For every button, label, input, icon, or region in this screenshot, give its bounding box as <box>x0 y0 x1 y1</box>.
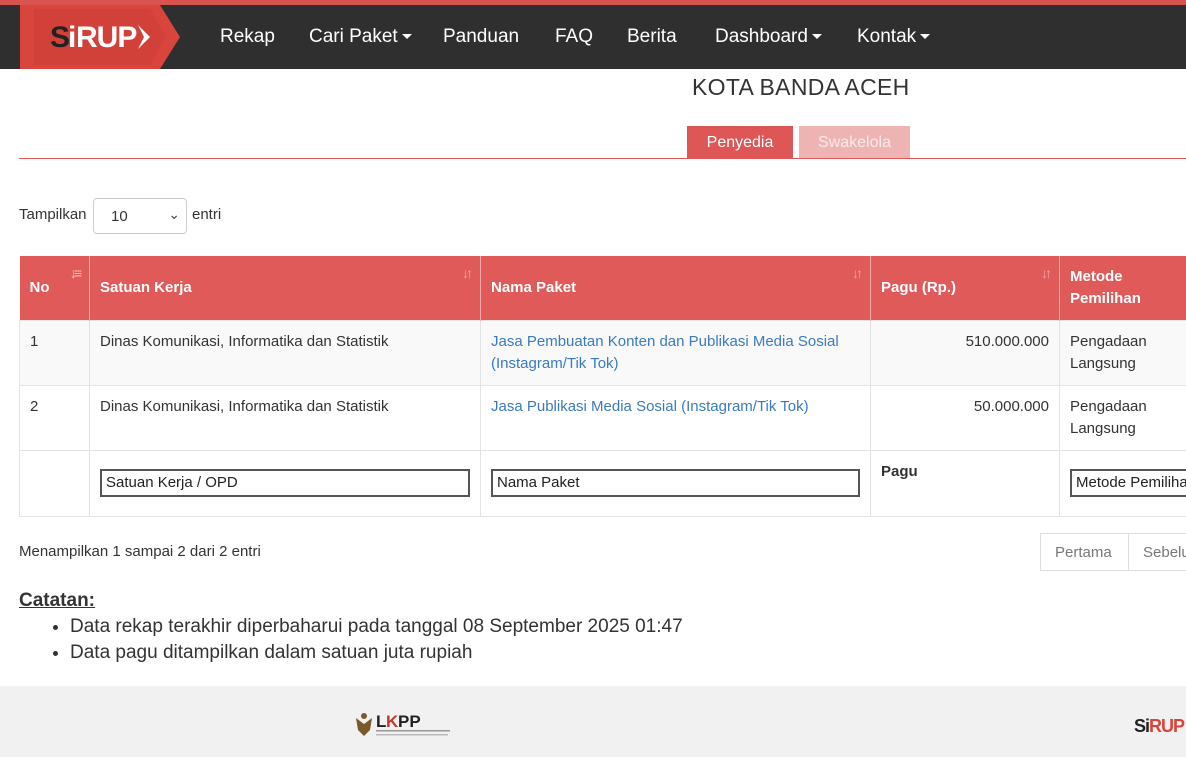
navbar: S i RUP Rekap Cari Paket Panduan FAQ Ber… <box>0 5 1186 69</box>
filter-satker-input[interactable] <box>100 468 470 497</box>
nav-panduan[interactable]: Panduan <box>443 25 519 49</box>
table-row: 1 Dinas Komunikasi, Informatika dan Stat… <box>19 319 1186 386</box>
header-metode[interactable]: Metode Pemilihan <box>1059 256 1186 320</box>
cell-no: 2 <box>19 384 90 451</box>
table-info: Menampilkan 1 sampai 2 dari 2 entri <box>19 543 261 560</box>
header-no-label: No <box>29 279 50 297</box>
pagination-prev-button[interactable]: Sebelumnya <box>1128 533 1186 571</box>
footer <box>0 686 1186 757</box>
paket-table: No ↓≡ Satuan Kerja ↓↑ Nama Paket ↓↑ Pagu (R… <box>19 256 1186 517</box>
filter-pagu-label: Pagu <box>870 449 1060 517</box>
tab-swakelola[interactable]: Swakelola <box>799 126 910 159</box>
nav-rekap[interactable]: Rekap <box>220 25 275 49</box>
tab-divider <box>19 158 1186 159</box>
header-satuan-kerja-label: Satuan Kerja <box>100 279 192 297</box>
lkpp-logo[interactable]: L K PP <box>352 710 462 745</box>
header-metode-label: Metode Pemilihan <box>1070 267 1141 307</box>
note-item: Data rekap terakhir diperbaharui pada ta… <box>70 614 683 640</box>
cell-pagu: 50.000.000 <box>870 384 1060 451</box>
cell-nama-paket: Jasa Pembuatan Konten dan Publikasi Medi… <box>480 319 871 386</box>
header-nama-paket-label: Nama Paket <box>491 279 577 297</box>
cell-metode: Pengadaan Langsung <box>1059 384 1186 451</box>
sort-icon: ↓↑ <box>462 265 473 281</box>
page-title: KOTA BANDA ACEH <box>692 74 910 100</box>
cell-metode: Pengadaan Langsung <box>1059 319 1186 386</box>
tab-penyedia[interactable]: Penyedia <box>687 126 793 159</box>
nav-faq[interactable]: FAQ <box>555 25 593 49</box>
header-pagu[interactable]: Pagu (Rp.) ↓↑ <box>870 256 1060 320</box>
nav-dashboard[interactable]: Dashboard <box>715 25 822 49</box>
filter-no-cell <box>19 449 90 517</box>
cell-satuan-kerja: Dinas Komunikasi, Informatika dan Statis… <box>89 384 481 451</box>
header-satuan-kerja[interactable]: Satuan Kerja ↓↑ <box>89 256 481 320</box>
cell-nama-paket: Jasa Publikasi Media Sosial (Instagram/T… <box>480 384 871 451</box>
filter-paket-input[interactable] <box>491 468 860 497</box>
table-header-row: No ↓≡ Satuan Kerja ↓↑ Nama Paket ↓↑ Pagu (R… <box>19 256 1186 320</box>
filter-row: Pagu <box>19 449 1186 517</box>
header-pagu-label: Pagu (Rp.) <box>881 279 956 297</box>
table-row: 2 Dinas Komunikasi, Informatika dan Stat… <box>19 384 1186 451</box>
page-length-value: 10 <box>111 208 128 225</box>
notes-list: Data rekap terakhir diperbaharui pada ta… <box>33 604 683 663</box>
page-length-select[interactable]: 10 ⌄ <box>93 198 187 234</box>
chevron-down-icon <box>920 34 931 40</box>
filter-metode-cell <box>1059 449 1186 517</box>
svg-text:PP: PP <box>398 712 421 731</box>
chevron-down-icon: ⌄ <box>168 206 180 222</box>
chevron-down-icon <box>811 34 822 40</box>
nav-berita[interactable]: Berita <box>627 25 677 49</box>
svg-text:RUP: RUP <box>76 21 136 54</box>
sort-icon: ↓↑ <box>852 265 863 281</box>
pagination-first-button[interactable]: Pertama <box>1040 533 1129 571</box>
cell-pagu: 510.000.000 <box>870 319 1060 386</box>
header-nama-paket[interactable]: Nama Paket ↓↑ <box>480 256 871 320</box>
length-suffix-label: entri <box>192 206 222 223</box>
filter-satker-cell <box>89 449 481 517</box>
cell-satuan-kerja: Dinas Komunikasi, Informatika dan Statis… <box>89 319 481 386</box>
paket-link[interactable]: Jasa Publikasi Media Sosial (Instagram/T… <box>491 398 809 415</box>
length-prefix-label: Tampilkan <box>19 206 87 223</box>
note-item: Data pagu ditampilkan dalam satuan juta … <box>70 640 683 666</box>
filter-paket-cell <box>480 449 871 517</box>
footer-sirup-logo[interactable]: SiRUP <box>1134 716 1185 737</box>
svg-text:S: S <box>50 21 70 54</box>
nav-kontak[interactable]: Kontak <box>857 25 931 49</box>
nav-cari-paket[interactable]: Cari Paket <box>309 25 412 49</box>
header-no[interactable]: No ↓≡ <box>19 256 90 320</box>
sort-icon: ↓↑ <box>1041 265 1052 281</box>
chevron-down-icon <box>401 34 412 40</box>
cell-no: 1 <box>19 319 90 386</box>
svg-text:L: L <box>376 712 386 731</box>
sirup-logo[interactable]: S i RUP <box>20 5 180 69</box>
sort-asc-icon: ↓≡ <box>69 265 82 281</box>
filter-metode-input[interactable] <box>1070 468 1186 497</box>
paket-link[interactable]: Jasa Pembuatan Konten dan Publikasi Medi… <box>491 333 839 372</box>
